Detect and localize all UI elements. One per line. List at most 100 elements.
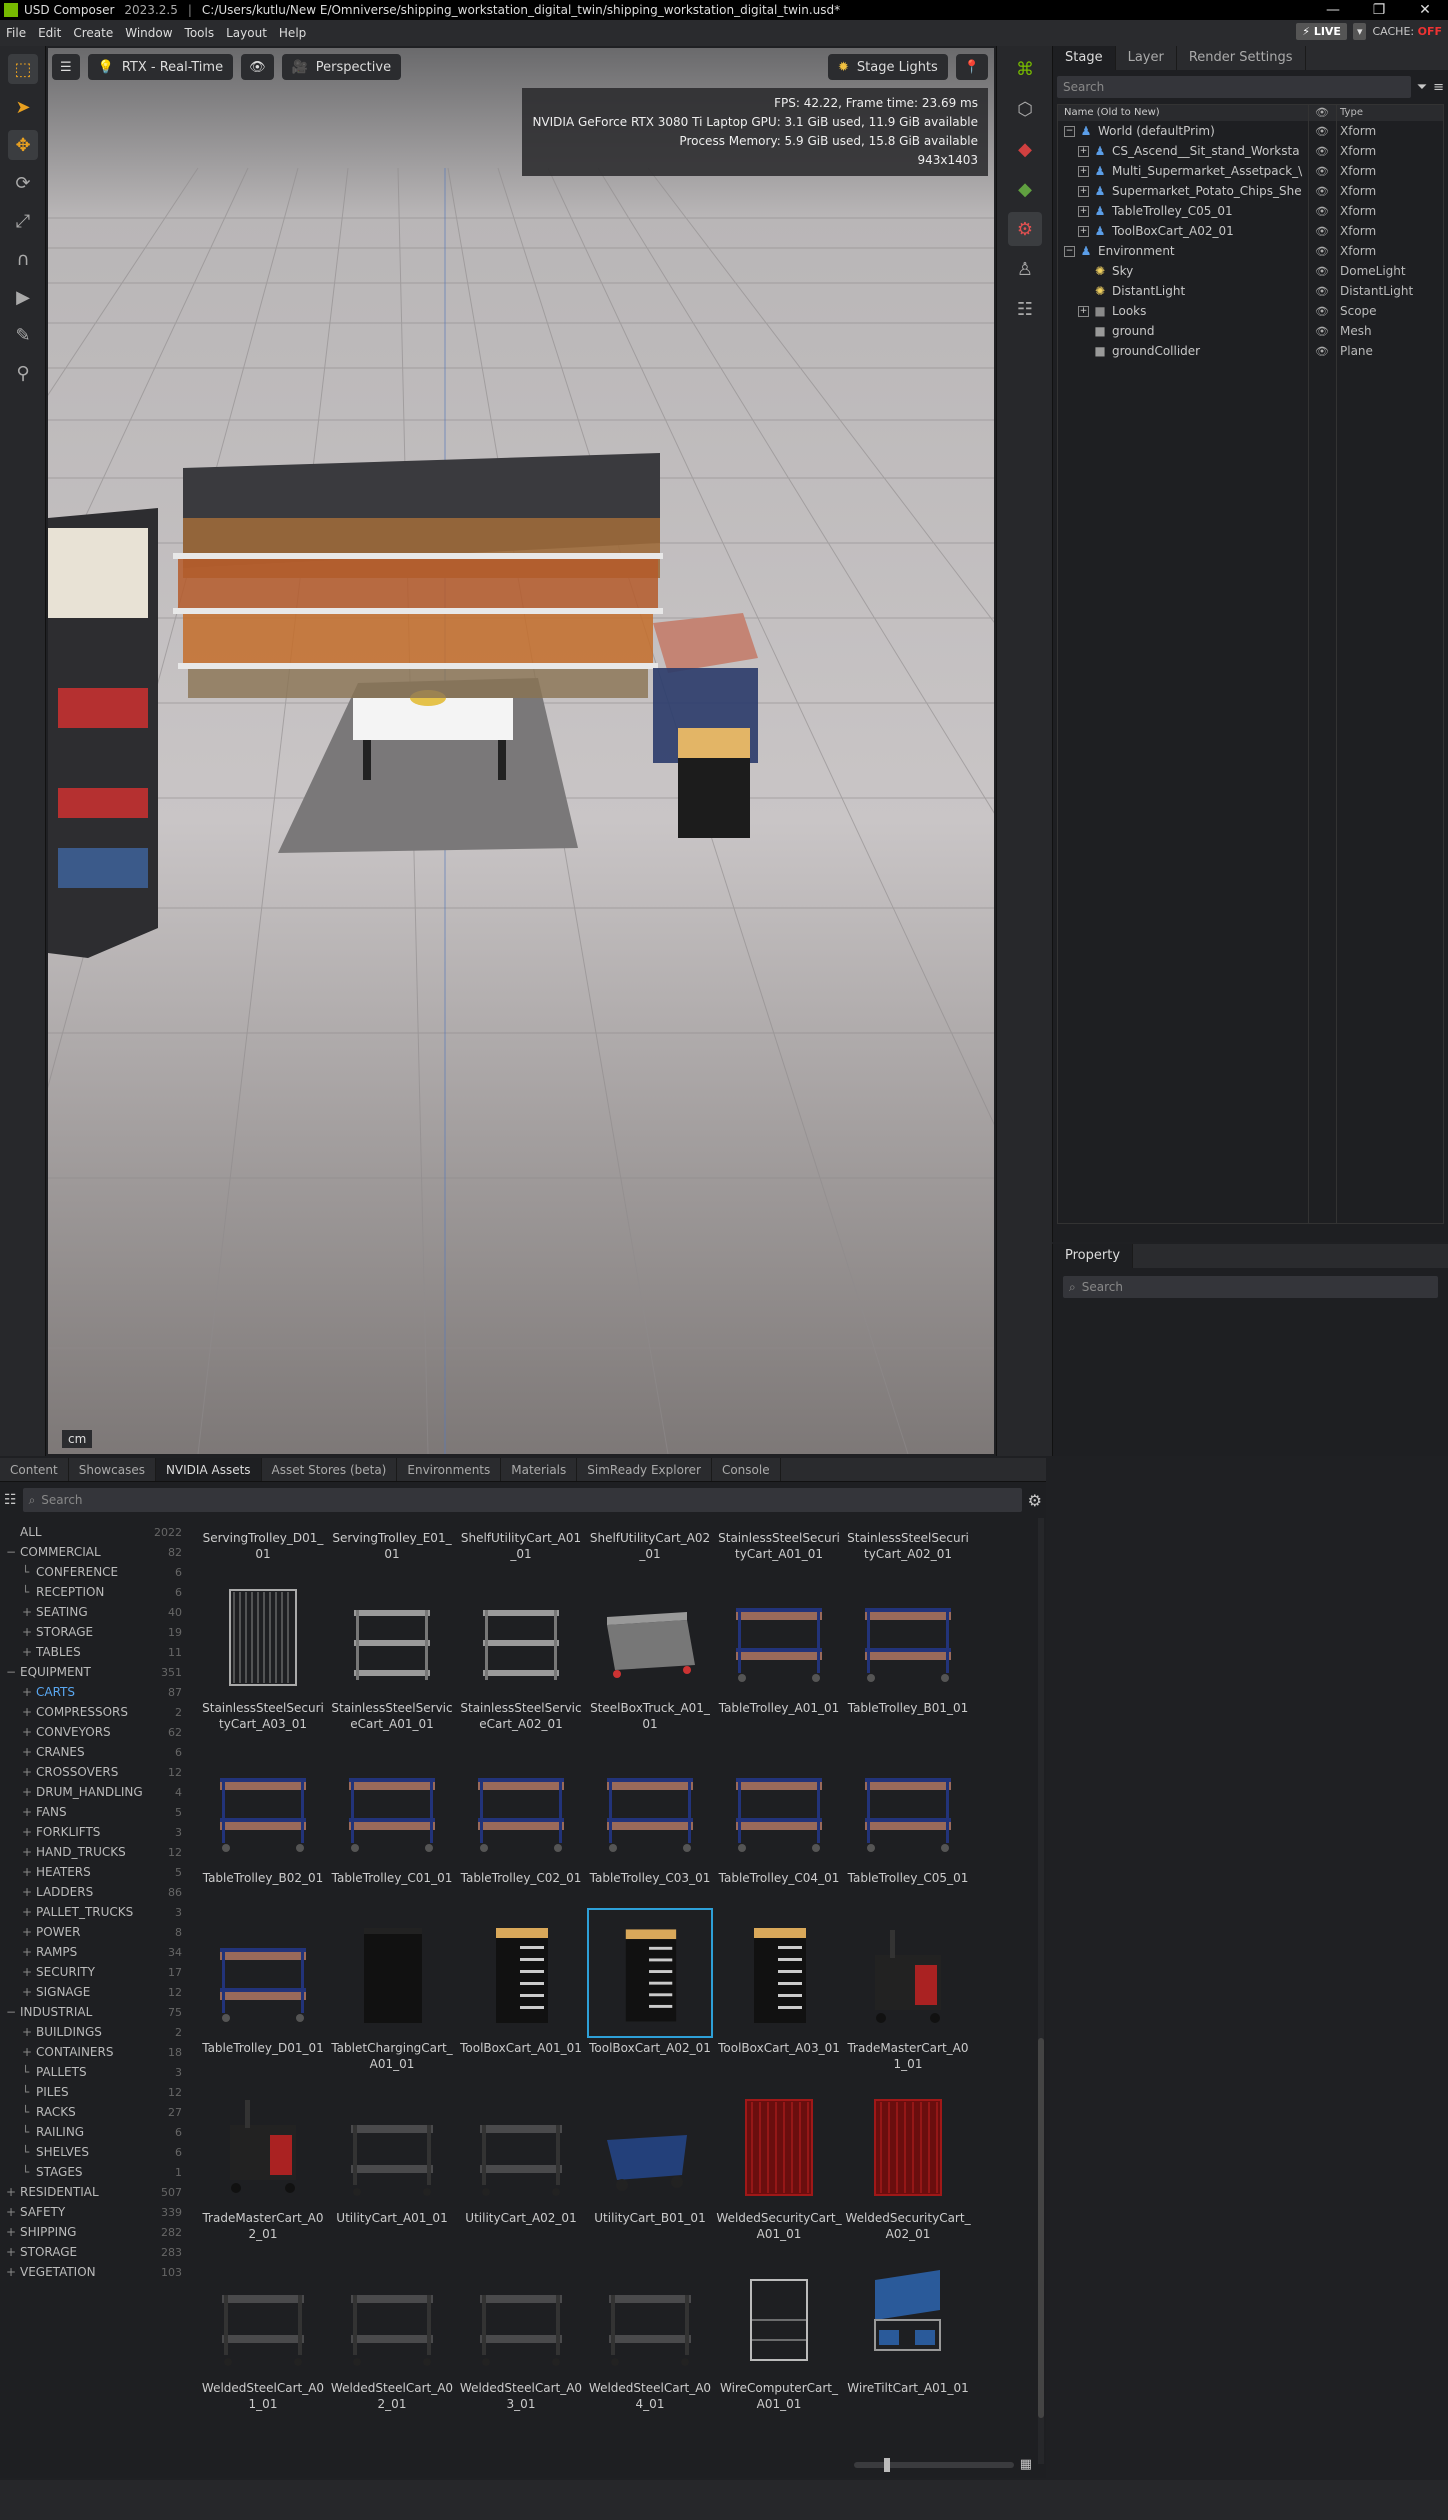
tab-nvidia-assets[interactable]: NVIDIA Assets	[155, 1458, 262, 1481]
filter-icon[interactable]: ⏷	[1417, 80, 1427, 95]
visibility-icon[interactable]: 👁	[1308, 205, 1336, 218]
menu-tools[interactable]: Tools	[179, 26, 221, 40]
physics-icon[interactable]: ⚲	[8, 358, 38, 388]
col-name-header[interactable]: Name (Old to New)	[1058, 105, 1308, 121]
asset-thumbnail[interactable]: ServingTrolley_E01_01	[329, 1518, 455, 1562]
asset-thumbnail[interactable]: TableTrolley_D01_01	[200, 1908, 326, 2056]
visibility-icon[interactable]: 👁	[1308, 345, 1336, 358]
stage-row[interactable]: + ■ Looks 👁 Scope	[1058, 301, 1443, 321]
settings-gear-icon[interactable]: ⚙	[1028, 1491, 1042, 1510]
expand-toggle-icon[interactable]: +	[22, 1605, 32, 1619]
tab-simready-explorer[interactable]: SimReady Explorer	[577, 1458, 712, 1481]
stage-row[interactable]: + ♟ CS_Ascend__Sit_stand_Worksta 👁 Xform	[1058, 141, 1443, 161]
cube-red-icon[interactable]: ◆	[1008, 132, 1042, 166]
visibility-icon[interactable]: 👁	[1308, 225, 1336, 238]
asset-search-input[interactable]: ⌕ Search	[22, 1488, 1022, 1512]
asset-thumbnail[interactable]: TableTrolley_B01_01	[845, 1568, 971, 1716]
stage-row[interactable]: − ♟ World (defaultPrim) 👁 Xform	[1058, 121, 1443, 141]
asset-thumbnail[interactable]: StainlessSteelSecurityCart_A03_01	[200, 1568, 326, 1732]
category-item[interactable]: + FANS 5	[6, 1802, 196, 1822]
asset-thumbnail[interactable]: WireComputerCart_A01_01	[716, 2248, 842, 2412]
asset-thumbnail[interactable]: ToolBoxCart_A03_01	[716, 1908, 842, 2056]
category-item[interactable]: + RESIDENTIAL 507	[6, 2182, 196, 2202]
visibility-icon[interactable]: 👁	[1308, 265, 1336, 278]
scale-icon[interactable]: ⤢	[8, 206, 38, 236]
expand-toggle-icon[interactable]: −	[6, 1665, 16, 1679]
expand-toggle-icon[interactable]: +	[22, 1825, 32, 1839]
minimize-icon[interactable]: —	[1310, 0, 1356, 20]
camera-button[interactable]: 🎥 Perspective	[281, 54, 402, 80]
expand-toggle-icon[interactable]: +	[22, 1765, 32, 1779]
select-arrow-icon[interactable]: ➤	[8, 92, 38, 122]
tab-materials[interactable]: Materials	[501, 1458, 578, 1481]
stage-row[interactable]: ✺ DistantLight 👁 DistantLight	[1058, 281, 1443, 301]
category-item[interactable]: + COMPRESSORS 2	[6, 1702, 196, 1722]
category-item[interactable]: + STORAGE 19	[6, 1622, 196, 1642]
asset-thumbnail[interactable]: ShelfUtilityCart_A01_01	[458, 1518, 584, 1562]
asset-thumbnail[interactable]: TabletChargingCart_A01_01	[329, 1908, 455, 2072]
restore-icon[interactable]: ❐	[1356, 0, 1402, 20]
category-item[interactable]: └ RACKS 27	[6, 2102, 196, 2122]
asset-thumbnail[interactable]: StainlessSteelSecurityCart_A01_01	[716, 1518, 842, 1562]
cube-green-icon[interactable]: ◆	[1008, 172, 1042, 206]
expand-toggle-icon[interactable]: +	[1078, 305, 1089, 317]
category-item[interactable]: + POWER 8	[6, 1922, 196, 1942]
expand-toggle-icon[interactable]: +	[22, 1865, 32, 1879]
visibility-icon[interactable]: 👁	[1308, 185, 1336, 198]
category-item[interactable]: + SEATING 40	[6, 1602, 196, 1622]
live-button[interactable]: ⚡ LIVE	[1296, 23, 1347, 40]
expand-toggle-icon[interactable]: +	[1078, 145, 1089, 157]
category-item[interactable]: + CROSSOVERS 12	[6, 1762, 196, 1782]
category-item[interactable]: + STORAGE 283	[6, 2242, 196, 2262]
category-item[interactable]: + RAMPS 34	[6, 1942, 196, 1962]
expand-toggle-icon[interactable]: +	[6, 2225, 16, 2239]
asset-thumbnail[interactable]: WeldedSteelCart_A01_01	[200, 2248, 326, 2412]
category-item[interactable]: └ PALLETS 3	[6, 2062, 196, 2082]
expand-toggle-icon[interactable]: +	[6, 2185, 16, 2199]
asset-scrollbar[interactable]	[1038, 1518, 1044, 2464]
asset-thumbnail[interactable]: ShelfUtilityCart_A02_01	[587, 1518, 713, 1562]
move-icon[interactable]: ✥	[8, 130, 38, 160]
visibility-icon[interactable]: 👁	[1308, 165, 1336, 178]
options-icon[interactable]: ≡	[1433, 80, 1444, 95]
expand-toggle-icon[interactable]: +	[22, 1885, 32, 1899]
category-item[interactable]: └ STAGES 1	[6, 2162, 196, 2182]
category-item[interactable]: + PALLET_TRUCKS 3	[6, 1902, 196, 1922]
asset-thumbnail[interactable]: UtilityCart_A02_01	[458, 2078, 584, 2226]
tab-property[interactable]: Property	[1053, 1244, 1134, 1268]
visibility-icon[interactable]: 👁	[1308, 305, 1336, 318]
asset-thumbnail[interactable]: ToolBoxCart_A02_01	[587, 1908, 713, 2056]
menu-file[interactable]: File	[0, 26, 32, 40]
asset-thumbnail[interactable]: UtilityCart_B01_01	[587, 2078, 713, 2226]
menu-help[interactable]: Help	[273, 26, 312, 40]
expand-toggle-icon[interactable]: +	[1078, 205, 1089, 217]
asset-thumbnail[interactable]: ToolBoxCart_A01_01	[458, 1908, 584, 2056]
stage-row[interactable]: + ♟ ToolBoxCart_A02_01 👁 Xform	[1058, 221, 1443, 241]
asset-thumbnail[interactable]: StainlessSteelServiceCart_A01_01	[329, 1568, 455, 1732]
category-item[interactable]: + HEATERS 5	[6, 1862, 196, 1882]
visibility-icon[interactable]: 👁	[1308, 285, 1336, 298]
asset-thumbnail[interactable]: StainlessSteelSecurityCart_A02_01	[845, 1518, 971, 1562]
expand-toggle-icon[interactable]: −	[6, 1545, 16, 1559]
select-mode-icon[interactable]: ⬚	[8, 54, 38, 84]
expand-toggle-icon[interactable]: +	[6, 2245, 16, 2259]
visibility-button[interactable]: 👁	[241, 54, 274, 80]
category-item[interactable]: + CONVEYORS 62	[6, 1722, 196, 1742]
category-item[interactable]: − EQUIPMENT 351	[6, 1662, 196, 1682]
category-item[interactable]: + SIGNAGE 12	[6, 1982, 196, 2002]
tab-console[interactable]: Console	[712, 1458, 781, 1481]
pin-button[interactable]: 📍	[955, 54, 988, 80]
viewport[interactable]: ☰ 💡 RTX - Real-Time 👁 🎥 Perspective ✹ Stage…	[48, 48, 994, 1454]
expand-toggle-icon[interactable]: −	[1064, 125, 1075, 137]
asset-thumbnail[interactable]: WireTiltCart_A01_01	[845, 2248, 971, 2396]
asset-thumbnail[interactable]: WeldedSecurityCart_A01_01	[716, 2078, 842, 2242]
asset-thumbnail[interactable]: TradeMasterCart_A01_01	[845, 1908, 971, 2072]
expand-toggle-icon[interactable]: +	[22, 1945, 32, 1959]
menu-edit[interactable]: Edit	[32, 26, 67, 40]
visibility-icon[interactable]: 👁	[1308, 125, 1336, 138]
expand-toggle-icon[interactable]: +	[22, 1985, 32, 1999]
asset-thumbnail[interactable]: TradeMasterCart_A02_01	[200, 2078, 326, 2242]
expand-toggle-icon[interactable]: +	[22, 1745, 32, 1759]
render-mode-button[interactable]: 💡 RTX - Real-Time	[87, 54, 234, 80]
asset-thumbnail[interactable]: ServingTrolley_D01_01	[200, 1518, 326, 1562]
